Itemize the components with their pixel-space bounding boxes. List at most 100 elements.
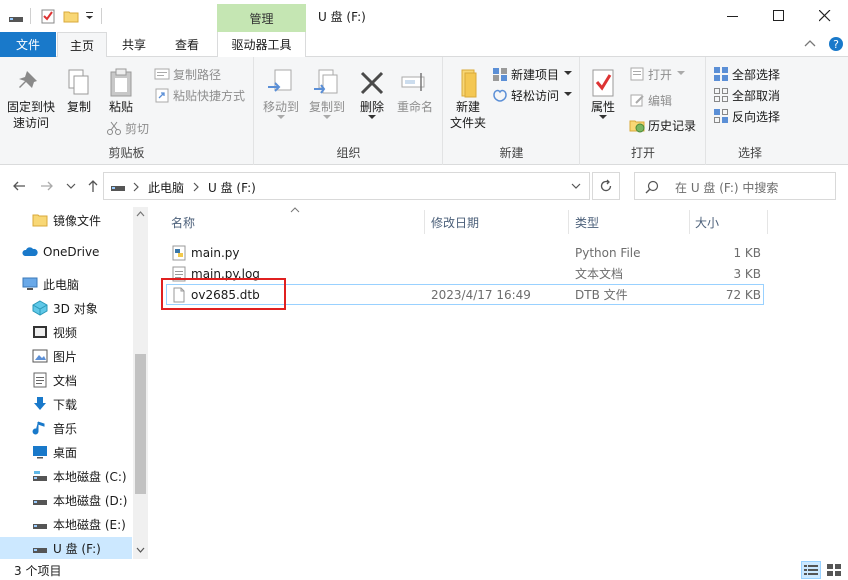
- nav-item-local-disk-c[interactable]: 本地磁盘 (C:): [0, 465, 132, 487]
- nav-item-local-disk-d[interactable]: 本地磁盘 (D:): [0, 489, 132, 511]
- search-box[interactable]: 在 U 盘 (F:) 中搜索: [634, 172, 836, 200]
- maximize-button[interactable]: [756, 0, 802, 32]
- nav-item-desktop[interactable]: 桌面: [0, 441, 132, 463]
- scroll-down-icon[interactable]: [136, 547, 145, 553]
- address-bar[interactable]: 此电脑 U 盘 (F:): [103, 172, 590, 200]
- customize-toolbar-icon[interactable]: [85, 8, 95, 24]
- back-icon[interactable]: [12, 179, 26, 193]
- breadcrumb-usb-drive[interactable]: U 盘 (F:): [208, 179, 256, 196]
- select-all-button[interactable]: 全部选择: [713, 65, 780, 83]
- open-icon: [630, 67, 644, 81]
- tab-view[interactable]: 查看: [163, 32, 211, 57]
- properties-button[interactable]: 属性: [585, 67, 621, 121]
- new-folder-icon[interactable]: [63, 8, 79, 24]
- column-divider[interactable]: [568, 210, 569, 234]
- file-size-cell: 3 KB: [733, 266, 761, 281]
- details-view-button[interactable]: [801, 561, 821, 579]
- column-header-type[interactable]: 类型: [575, 210, 685, 234]
- close-button[interactable]: [802, 0, 848, 32]
- nav-item-music[interactable]: 音乐: [0, 417, 132, 439]
- delete-icon: [360, 71, 384, 95]
- recent-locations-icon[interactable]: [66, 183, 76, 191]
- copy-path-button[interactable]: 复制路径: [154, 65, 221, 83]
- rename-button[interactable]: 重命名: [393, 67, 437, 115]
- breadcrumb-this-pc[interactable]: 此电脑: [148, 179, 184, 196]
- paste-shortcut-button[interactable]: 粘贴快捷方式: [154, 86, 245, 104]
- collapse-ribbon-icon[interactable]: [804, 37, 816, 51]
- navigation-pane: 镜像文件 OneDrive 此电脑 3D 对象 视频 图片 文档 下载 音乐 桌…: [0, 207, 148, 559]
- dropdown-arrow-icon: [564, 92, 573, 96]
- tab-home[interactable]: 主页: [57, 32, 107, 58]
- select-none-button[interactable]: 全部取消: [713, 86, 780, 104]
- copy-to-button[interactable]: 复制到: [305, 67, 349, 121]
- python-file-icon: [172, 245, 186, 260]
- large-icons-view-icon: [827, 564, 841, 576]
- invert-selection-icon: [714, 109, 728, 123]
- select-all-icon: [714, 67, 728, 81]
- desktop-icon: [33, 446, 47, 459]
- delete-button[interactable]: 删除: [355, 67, 389, 121]
- tab-file[interactable]: 文件: [0, 32, 56, 57]
- history-button[interactable]: 历史记录: [629, 116, 696, 134]
- dropdown-arrow-icon: [368, 115, 376, 119]
- column-header-modified[interactable]: 修改日期: [431, 210, 561, 234]
- nav-item-this-pc[interactable]: 此电脑: [0, 273, 132, 295]
- search-placeholder: 在 U 盘 (F:) 中搜索: [675, 181, 779, 195]
- column-divider[interactable]: [767, 210, 768, 234]
- nav-item-local-disk-e[interactable]: 本地磁盘 (E:): [0, 513, 132, 535]
- help-icon[interactable]: ?: [828, 36, 844, 52]
- group-new: 新建 文件夹 新建项目 轻松访问 新建: [444, 57, 580, 165]
- pin-icon: [19, 71, 37, 88]
- pin-quick-access-button[interactable]: 固定到快 速访问: [4, 67, 58, 131]
- paste-button[interactable]: 粘贴: [102, 67, 140, 115]
- file-type-cell: 文本文档: [575, 267, 624, 281]
- chevron-down-icon[interactable]: [571, 183, 581, 191]
- properties-icon[interactable]: [40, 8, 56, 24]
- cut-button[interactable]: 剪切: [106, 119, 149, 137]
- copy-path-icon: [154, 68, 170, 80]
- move-to-icon: [268, 69, 292, 92]
- paste-label: 粘贴: [108, 100, 133, 114]
- forward-icon[interactable]: [40, 179, 54, 193]
- edit-button[interactable]: 编辑: [629, 91, 672, 109]
- copy-button[interactable]: 复制: [62, 67, 96, 115]
- nav-item-pictures[interactable]: 图片: [0, 345, 132, 367]
- column-header-size[interactable]: 大小: [695, 210, 765, 234]
- column-divider[interactable]: [689, 210, 690, 234]
- scrollbar-thumb[interactable]: [135, 354, 146, 494]
- context-tab-manage[interactable]: 管理: [217, 4, 306, 32]
- nav-item-onedrive[interactable]: OneDrive: [0, 241, 132, 263]
- refresh-icon: [600, 179, 612, 192]
- details-view-icon: [804, 565, 818, 575]
- easy-access-button[interactable]: 轻松访问: [492, 86, 573, 104]
- column-divider[interactable]: [424, 210, 425, 234]
- tab-share[interactable]: 共享: [110, 32, 158, 57]
- new-folder-button[interactable]: 新建 文件夹: [446, 67, 490, 131]
- folder-icon: [32, 214, 48, 227]
- history-icon: [629, 120, 645, 133]
- annotation-highlight-box: [161, 278, 286, 310]
- nav-item-documents[interactable]: 文档: [0, 369, 132, 391]
- scroll-up-icon[interactable]: [136, 211, 145, 217]
- minimize-button[interactable]: [710, 0, 756, 32]
- move-to-button[interactable]: 移动到: [259, 67, 303, 121]
- up-icon[interactable]: [86, 179, 100, 193]
- nav-pane-scrollbar[interactable]: [133, 207, 148, 559]
- edit-icon: [630, 94, 644, 107]
- tab-drive-tools[interactable]: 驱动器工具: [217, 32, 306, 57]
- nav-item-usb-drive-f[interactable]: U 盘 (F:): [0, 537, 132, 559]
- file-size-cell: 1 KB: [733, 245, 761, 260]
- column-header-name[interactable]: 名称: [171, 210, 421, 234]
- nav-item-mirror-files[interactable]: 镜像文件: [0, 209, 132, 231]
- drive-icon[interactable]: [8, 8, 24, 24]
- nav-item-3d-objects[interactable]: 3D 对象: [0, 297, 132, 319]
- nav-item-downloads[interactable]: 下载: [0, 393, 132, 415]
- refresh-button[interactable]: [592, 172, 620, 200]
- file-row[interactable]: main.py Python File 1 KB: [166, 242, 764, 263]
- invert-selection-button[interactable]: 反向选择: [713, 107, 780, 125]
- new-item-button[interactable]: 新建项目: [492, 65, 573, 83]
- nav-item-videos[interactable]: 视频: [0, 321, 132, 343]
- group-label-organize: 组织: [336, 146, 361, 160]
- large-icons-view-button[interactable]: [824, 561, 844, 579]
- open-button[interactable]: 打开: [629, 65, 686, 83]
